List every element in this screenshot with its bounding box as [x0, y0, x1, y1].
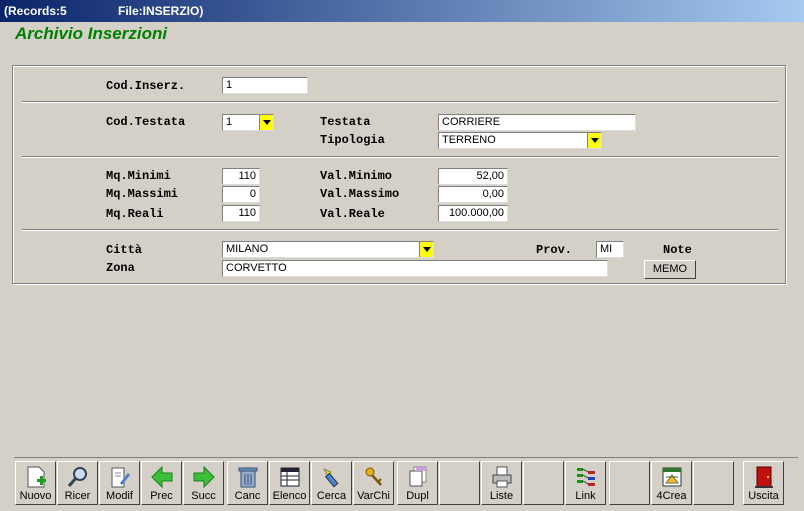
testata-label: Testata — [320, 115, 371, 129]
new-document-icon — [27, 466, 46, 488]
title-bar: (Records:5 File:INSERZIO) — [0, 0, 804, 22]
prov-field[interactable]: MI — [596, 241, 624, 258]
magnifier-icon — [67, 467, 87, 487]
mq-reali-label: Mq.Reali — [106, 207, 164, 221]
arrow-left-icon — [151, 465, 173, 489]
link-tree-icon — [577, 468, 595, 486]
mq-minimi-label: Mq.Minimi — [106, 169, 171, 183]
file-name: File:INSERZIO) — [118, 4, 204, 18]
cod-testata-value: 1 — [226, 116, 233, 128]
cod-testata-label: Cod.Testata — [106, 115, 186, 129]
val-massimo-label: Val.Massimo — [320, 187, 400, 201]
ricer-label: Ricer — [64, 490, 91, 502]
varchi-label: VarChi — [357, 490, 390, 502]
liste-label: Liste — [489, 490, 514, 502]
canc-label: Canc — [234, 490, 261, 502]
dupl-label: Dupl — [406, 490, 429, 502]
records-count: (Records:5 — [4, 4, 67, 18]
crea-label: 4Crea — [656, 490, 687, 502]
tipologia-value: TERRENO — [442, 134, 496, 146]
cod-testata-select[interactable]: 1 — [222, 114, 274, 131]
link-label: Link — [575, 490, 596, 502]
empty-button[interactable] — [609, 461, 650, 505]
cod-inserz-label: Cod.Inserz. — [106, 79, 186, 93]
printer-icon — [492, 466, 512, 488]
mq-minimi-field[interactable]: 110 — [222, 168, 260, 185]
prov-label: Prov. — [536, 243, 573, 257]
divider — [22, 101, 778, 103]
toolbar: Nuovo Ricer Modif Prec Succ Canc Elenco … — [14, 457, 798, 507]
varchi-button[interactable]: VarChi — [353, 461, 394, 505]
divider — [22, 156, 778, 158]
mq-massimi-field[interactable]: 0 — [222, 186, 260, 203]
modif-button[interactable]: Modif — [99, 461, 140, 505]
empty-button[interactable] — [439, 461, 480, 505]
tipologia-select[interactable]: TERRENO — [438, 132, 602, 149]
modif-label: Modif — [106, 490, 133, 502]
val-minimo-field[interactable]: 52,00 — [438, 168, 508, 185]
memo-button[interactable]: MEMO — [644, 260, 696, 279]
testata-field[interactable]: CORRIERE — [438, 114, 636, 131]
val-reale-field[interactable]: 100.000,00 — [438, 205, 508, 222]
keys-icon — [365, 467, 382, 486]
zona-label: Zona — [106, 261, 135, 275]
exit-door-icon — [755, 466, 773, 488]
edit-document-icon — [111, 467, 130, 488]
note-label: Note — [663, 243, 692, 257]
duplicate-icon — [409, 466, 427, 487]
nuovo-label: Nuovo — [19, 490, 52, 502]
canc-button[interactable]: Canc — [227, 461, 268, 505]
mq-reali-field[interactable]: 110 — [222, 205, 260, 222]
link-button[interactable]: Link — [565, 461, 606, 505]
dropdown-arrow-icon[interactable] — [259, 115, 273, 130]
prec-label: Prec — [150, 490, 173, 502]
uscita-button[interactable]: Uscita — [743, 461, 784, 505]
crea-button[interactable]: 4Crea — [651, 461, 692, 505]
succ-label: Succ — [191, 490, 216, 502]
create-form-icon — [662, 467, 682, 487]
zona-field[interactable]: CORVETTO — [222, 260, 608, 277]
cerca-label: Cerca — [316, 490, 347, 502]
elenco-label: Elenco — [272, 490, 307, 502]
uscita-label: Uscita — [748, 490, 779, 502]
dropdown-arrow-icon[interactable] — [587, 133, 601, 148]
citta-select[interactable]: MILANO — [222, 241, 434, 258]
val-minimo-label: Val.Minimo — [320, 169, 393, 183]
empty-button[interactable] — [693, 461, 734, 505]
table-list-icon — [280, 467, 300, 487]
elenco-button[interactable]: Elenco — [269, 461, 310, 505]
empty-button[interactable] — [523, 461, 564, 505]
dupl-button[interactable]: Dupl — [397, 461, 438, 505]
flashlight-search-icon — [322, 467, 339, 488]
citta-label: Città — [106, 243, 143, 257]
arrow-right-icon — [193, 465, 215, 489]
tipologia-label: Tipologia — [320, 133, 385, 147]
cerca-button[interactable]: Cerca — [311, 461, 352, 505]
ricer-button[interactable]: Ricer — [57, 461, 98, 505]
divider — [22, 229, 778, 231]
mq-massimi-label: Mq.Massimi — [106, 187, 179, 201]
val-massimo-field[interactable]: 0,00 — [438, 186, 508, 203]
nuovo-button[interactable]: Nuovo — [15, 461, 56, 505]
trash-icon — [238, 467, 258, 488]
succ-button[interactable]: Succ — [183, 461, 224, 505]
cod-inserz-field[interactable]: 1 — [222, 77, 308, 94]
prec-button[interactable]: Prec — [141, 461, 182, 505]
dropdown-arrow-icon[interactable] — [419, 242, 433, 257]
val-reale-label: Val.Reale — [320, 207, 385, 221]
liste-button[interactable]: Liste — [481, 461, 522, 505]
page-title: Archivio Inserzioni — [15, 24, 168, 43]
citta-value: MILANO — [226, 243, 269, 255]
